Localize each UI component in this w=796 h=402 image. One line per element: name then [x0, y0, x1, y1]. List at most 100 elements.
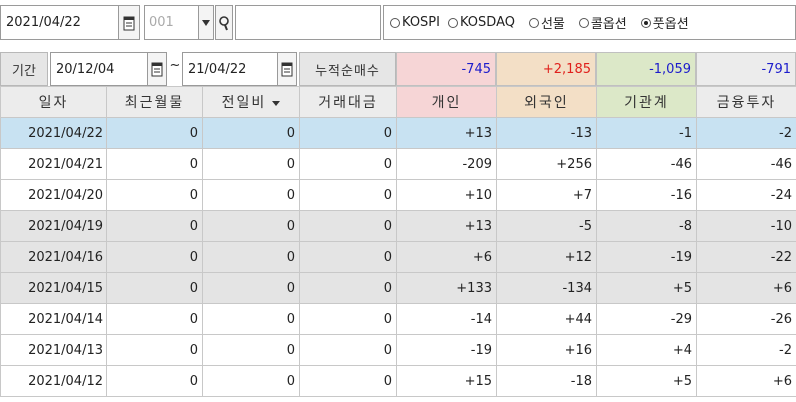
start-date-picker[interactable] [50, 52, 167, 86]
radio-call-option[interactable]: 콜옵션 [578, 13, 627, 32]
cell-date: 2021/04/13 [0, 334, 107, 366]
table-row[interactable]: 2021/04/12 0 0 0 +15 -18 +5 +6 [0, 365, 796, 397]
cell-foreign: -18 [496, 365, 597, 397]
cell-prev: 0 [202, 210, 300, 242]
investor-trend-table: 일자 최근월물 전일비 거래대금 개인 외국인 기관계 금융투자 2021/04… [0, 86, 796, 397]
radio-put-option[interactable]: 풋옵션 [640, 13, 689, 32]
table-header-row: 일자 최근월물 전일비 거래대금 개인 외국인 기관계 금융투자 [0, 86, 796, 118]
cell-individual: +15 [396, 365, 497, 397]
sort-down-icon[interactable] [272, 100, 281, 106]
end-calendar-button[interactable] [277, 53, 296, 85]
cell-prev: 0 [202, 303, 300, 335]
table-row[interactable]: 2021/04/14 0 0 0 -14 +44 -29 -26 [0, 303, 796, 335]
cell-date: 2021/04/22 [0, 117, 107, 149]
cell-financial: -10 [696, 210, 796, 242]
radio-kosdaq[interactable]: KOSDAQ [447, 15, 515, 30]
cell-institution: -16 [596, 179, 697, 211]
cell-amount: 0 [299, 241, 397, 273]
table-row[interactable]: 2021/04/13 0 0 0 -19 +16 +4 -2 [0, 334, 796, 366]
cell-foreign: -13 [496, 117, 597, 149]
cell-near: 0 [106, 148, 203, 180]
cell-prev: 0 [202, 179, 300, 211]
cell-individual: -14 [396, 303, 497, 335]
calendar-icon [123, 16, 135, 30]
name-input[interactable] [236, 6, 380, 39]
cell-date: 2021/04/19 [0, 210, 107, 242]
radio-kospi[interactable]: KOSPI [390, 15, 440, 30]
cell-foreign: -134 [496, 272, 597, 304]
cell-financial: -2 [696, 117, 796, 149]
period-label: 기간 [0, 52, 48, 86]
cell-financial: -24 [696, 179, 796, 211]
cell-financial: -22 [696, 241, 796, 273]
radio-dot-icon [447, 17, 458, 28]
cell-near: 0 [106, 241, 203, 273]
search-button[interactable] [215, 5, 233, 40]
cell-prev: 0 [202, 117, 300, 149]
date-input[interactable] [1, 6, 118, 39]
cell-prev: 0 [202, 148, 300, 180]
cell-financial: -26 [696, 303, 796, 335]
cell-near: 0 [106, 334, 203, 366]
cell-near: 0 [106, 365, 203, 397]
start-date-input[interactable] [51, 53, 147, 85]
col-header-foreign[interactable]: 외국인 [496, 86, 597, 118]
cell-institution: +4 [596, 334, 697, 366]
table-row[interactable]: 2021/04/20 0 0 0 +10 +7 -16 -24 [0, 179, 796, 211]
cell-prev: 0 [202, 365, 300, 397]
cell-foreign: +7 [496, 179, 597, 211]
cell-near: 0 [106, 303, 203, 335]
col-header-institution[interactable]: 기관계 [596, 86, 697, 118]
radio-dot-icon [528, 17, 539, 28]
date-range-separator: ~ [169, 58, 181, 73]
col-header-near-month[interactable]: 최근월물 [106, 86, 203, 118]
table-row[interactable]: 2021/04/21 0 0 0 -209 +256 -46 -46 [0, 148, 796, 180]
col-header-amount[interactable]: 거래대금 [299, 86, 397, 118]
col-header-financial[interactable]: 금융투자 [696, 86, 796, 118]
col-header-individual[interactable]: 개인 [396, 86, 497, 118]
col-header-change[interactable]: 전일비 [202, 86, 300, 118]
code-input[interactable] [145, 6, 198, 39]
cell-foreign: -5 [496, 210, 597, 242]
table-row[interactable]: 2021/04/16 0 0 0 +6 +12 -19 -22 [0, 241, 796, 273]
name-field[interactable] [235, 5, 381, 40]
cell-institution: +5 [596, 365, 697, 397]
end-date-picker[interactable] [182, 52, 297, 86]
radio-dot-icon [390, 17, 400, 28]
radio-futures[interactable]: 선물 [528, 13, 565, 32]
cell-date: 2021/04/15 [0, 272, 107, 304]
total-foreign: +2,185 [496, 52, 596, 86]
cell-amount: 0 [299, 272, 397, 304]
end-date-input[interactable] [183, 53, 277, 85]
cell-near: 0 [106, 179, 203, 211]
cell-institution: -8 [596, 210, 697, 242]
cell-amount: 0 [299, 117, 397, 149]
calendar-icon [281, 62, 293, 77]
cell-individual: +133 [396, 272, 497, 304]
col-header-date[interactable]: 일자 [0, 86, 107, 118]
cell-financial: -2 [696, 334, 796, 366]
radio-dot-icon [640, 17, 651, 28]
table-row[interactable]: 2021/04/22 0 0 0 +13 -13 -1 -2 [0, 117, 796, 149]
radio-dot-icon [578, 17, 589, 28]
calendar-icon [151, 62, 163, 77]
code-dropdown-button[interactable] [198, 6, 213, 39]
table-row[interactable]: 2021/04/19 0 0 0 +13 -5 -8 -10 [0, 210, 796, 242]
cell-date: 2021/04/14 [0, 303, 107, 335]
code-field[interactable] [144, 5, 214, 40]
calendar-button[interactable] [118, 6, 139, 39]
start-calendar-button[interactable] [147, 53, 166, 85]
cumulative-net-buy-label: 누적순매수 [299, 52, 396, 86]
cell-prev: 0 [202, 241, 300, 273]
market-radio-group: KOSPI KOSDAQ 선물 콜옵션 풋옵션 [383, 5, 796, 40]
cell-individual: +13 [396, 117, 497, 149]
cell-date: 2021/04/20 [0, 179, 107, 211]
cell-foreign: +16 [496, 334, 597, 366]
date-picker[interactable] [0, 5, 140, 40]
total-institution: -1,059 [596, 52, 696, 86]
cell-near: 0 [106, 272, 203, 304]
cell-institution: -46 [596, 148, 697, 180]
cell-institution: -1 [596, 117, 697, 149]
table-row[interactable]: 2021/04/15 0 0 0 +133 -134 +5 +6 [0, 272, 796, 304]
cell-individual: +13 [396, 210, 497, 242]
